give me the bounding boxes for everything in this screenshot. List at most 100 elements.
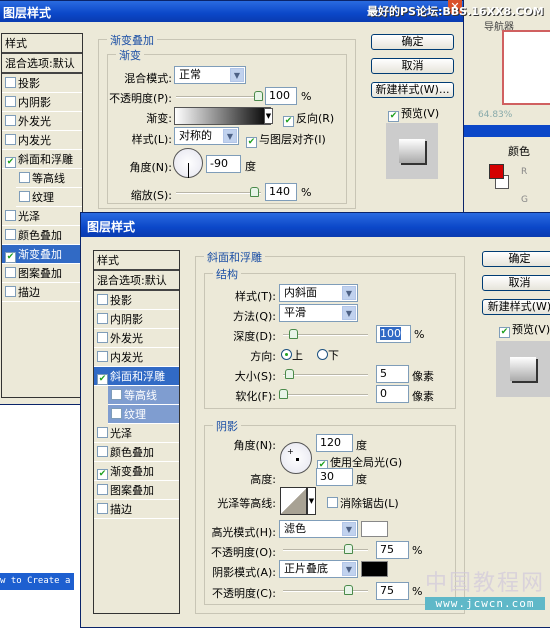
slider-thumb[interactable] <box>254 91 263 101</box>
style-item[interactable]: 样式 <box>2 34 82 54</box>
checkbox-icon[interactable] <box>111 389 122 400</box>
style-item[interactable]: 描边 <box>94 500 179 519</box>
shadow-mode-select[interactable]: 正片叠底 ▼ <box>279 560 358 578</box>
slider-thumb[interactable] <box>250 187 259 197</box>
style-item[interactable]: 内阴影 <box>94 310 179 329</box>
depth-slider[interactable] <box>283 329 368 339</box>
new-style-button[interactable]: 新建样式(W) <box>482 299 550 315</box>
style-item[interactable]: ✔ 斜面和浮雕 <box>94 367 179 386</box>
light-angle-dial[interactable]: + <box>280 442 312 474</box>
foreground-swatch[interactable] <box>489 164 504 179</box>
size-input[interactable]: 5 <box>376 365 409 383</box>
style-item[interactable]: 混合选项:默认 <box>94 271 179 291</box>
style-item[interactable]: 内发光 <box>94 348 179 367</box>
style-item[interactable]: 光泽 <box>94 424 179 443</box>
reverse-checkbox[interactable]: ✔ 反向(R) <box>283 110 334 127</box>
checkbox-icon[interactable] <box>97 446 108 457</box>
angle-input[interactable]: -90 <box>206 155 241 173</box>
highlight-mode-select[interactable]: 滤色 ▼ <box>279 520 358 538</box>
checkbox-icon[interactable] <box>5 77 16 88</box>
front-title-bar[interactable]: 图层样式 <box>81 213 550 237</box>
checkbox-icon[interactable] <box>97 427 108 438</box>
style-item[interactable]: 纹理 <box>108 405 179 424</box>
checkbox-icon[interactable]: ✔ <box>97 374 108 385</box>
slider-thumb[interactable] <box>344 544 353 554</box>
style-item[interactable]: 颜色叠加 <box>94 443 179 462</box>
size-slider[interactable] <box>283 369 368 379</box>
antialias-checkbox[interactable]: 消除锯齿(L) <box>327 495 399 511</box>
style-item[interactable]: 投影 <box>94 291 179 310</box>
style-item[interactable]: 光泽 <box>2 207 82 226</box>
opacity-input[interactable]: 100 <box>265 87 297 105</box>
ok-button[interactable]: 确定 <box>482 251 550 267</box>
style-item[interactable]: 等高线 <box>108 386 179 405</box>
highlight-opacity-slider[interactable] <box>283 544 368 554</box>
style-item[interactable]: 描边 <box>2 283 82 302</box>
checkbox-icon[interactable] <box>97 484 108 495</box>
direction-up-radio[interactable]: 上 <box>281 347 303 363</box>
checkbox-icon[interactable] <box>5 286 16 297</box>
style-item[interactable]: 内发光 <box>2 131 82 150</box>
checkbox-icon[interactable] <box>19 191 30 202</box>
shadow-color-swatch[interactable] <box>361 561 388 577</box>
color-tab[interactable]: 颜色 <box>508 143 530 159</box>
checkbox-icon[interactable] <box>97 294 108 305</box>
checkbox-icon[interactable]: ✔ <box>5 252 16 263</box>
gradient-picker[interactable] <box>174 107 271 125</box>
ok-button[interactable]: 确定 <box>371 34 454 50</box>
style-item[interactable]: 样式 <box>94 251 179 271</box>
highlight-color-swatch[interactable] <box>361 521 388 537</box>
slider-thumb[interactable] <box>285 369 294 379</box>
style-item[interactable]: ✔ 斜面和浮雕 <box>2 150 82 169</box>
style-item[interactable]: 外发光 <box>94 329 179 348</box>
align-checkbox[interactable]: ✔ 与图层对齐(I) <box>246 131 326 148</box>
bevel-style-select[interactable]: 内斜面 ▼ <box>279 284 358 302</box>
technique-select[interactable]: 平滑 ▼ <box>279 304 358 322</box>
style-item[interactable]: 纹理 <box>16 188 82 207</box>
style-item[interactable]: 等高线 <box>16 169 82 188</box>
blend-mode-select[interactable]: 正常 ▼ <box>174 66 246 84</box>
style-item[interactable]: 图案叠加 <box>94 481 179 500</box>
scale-input[interactable]: 140 <box>265 183 297 201</box>
checkbox-icon[interactable]: ✔ <box>5 157 16 168</box>
checkbox-icon[interactable] <box>97 313 108 324</box>
checkbox-icon[interactable] <box>19 172 30 183</box>
style-item[interactable]: 颜色叠加 <box>2 226 82 245</box>
gradient-dropdown-icon[interactable]: ▼ <box>264 108 273 124</box>
shading-angle-input[interactable]: 120 <box>316 434 353 452</box>
checkbox-icon[interactable] <box>97 503 108 514</box>
highlight-opacity-input[interactable]: 75 <box>376 541 409 559</box>
shadow-opacity-input[interactable]: 75 <box>376 582 409 600</box>
cancel-button[interactable]: 取消 <box>482 275 550 291</box>
style-item[interactable]: 外发光 <box>2 112 82 131</box>
checkbox-icon[interactable] <box>97 332 108 343</box>
zoom-readout[interactable]: 64.83% <box>478 110 512 120</box>
slider-thumb[interactable] <box>279 389 288 399</box>
opacity-slider[interactable] <box>176 91 263 101</box>
soften-input[interactable]: 0 <box>376 385 409 403</box>
preview-checkbox[interactable]: ✔ 预览(V) <box>499 321 550 338</box>
shadow-opacity-slider[interactable] <box>283 585 368 595</box>
new-style-button[interactable]: 新建样式(W)... <box>371 82 454 98</box>
gradient-style-select[interactable]: 对称的 ▼ <box>174 127 239 145</box>
direction-down-radio[interactable]: 下 <box>317 347 339 363</box>
style-item[interactable]: 内阴影 <box>2 93 82 112</box>
preview-checkbox[interactable]: ✔ 预览(V) <box>388 105 439 122</box>
checkbox-icon[interactable] <box>5 229 16 240</box>
style-item[interactable]: ✔ 渐变叠加 <box>94 462 179 481</box>
checkbox-icon[interactable] <box>97 351 108 362</box>
checkbox-icon[interactable] <box>5 115 16 126</box>
checkbox-icon[interactable] <box>5 267 16 278</box>
style-item[interactable]: 投影 <box>2 74 82 93</box>
checkbox-icon[interactable] <box>5 96 16 107</box>
checkbox-icon[interactable]: ✔ <box>97 469 108 480</box>
angle-dial[interactable] <box>173 148 203 178</box>
scale-slider[interactable] <box>176 187 261 197</box>
style-item[interactable]: 图案叠加 <box>2 264 82 283</box>
style-item[interactable]: ✔ 渐变叠加 <box>2 245 82 264</box>
gloss-contour-picker[interactable] <box>280 487 307 515</box>
checkbox-icon[interactable] <box>5 210 16 221</box>
slider-thumb[interactable] <box>289 329 298 339</box>
checkbox-icon[interactable] <box>111 408 122 419</box>
checkbox-icon[interactable] <box>5 134 16 145</box>
